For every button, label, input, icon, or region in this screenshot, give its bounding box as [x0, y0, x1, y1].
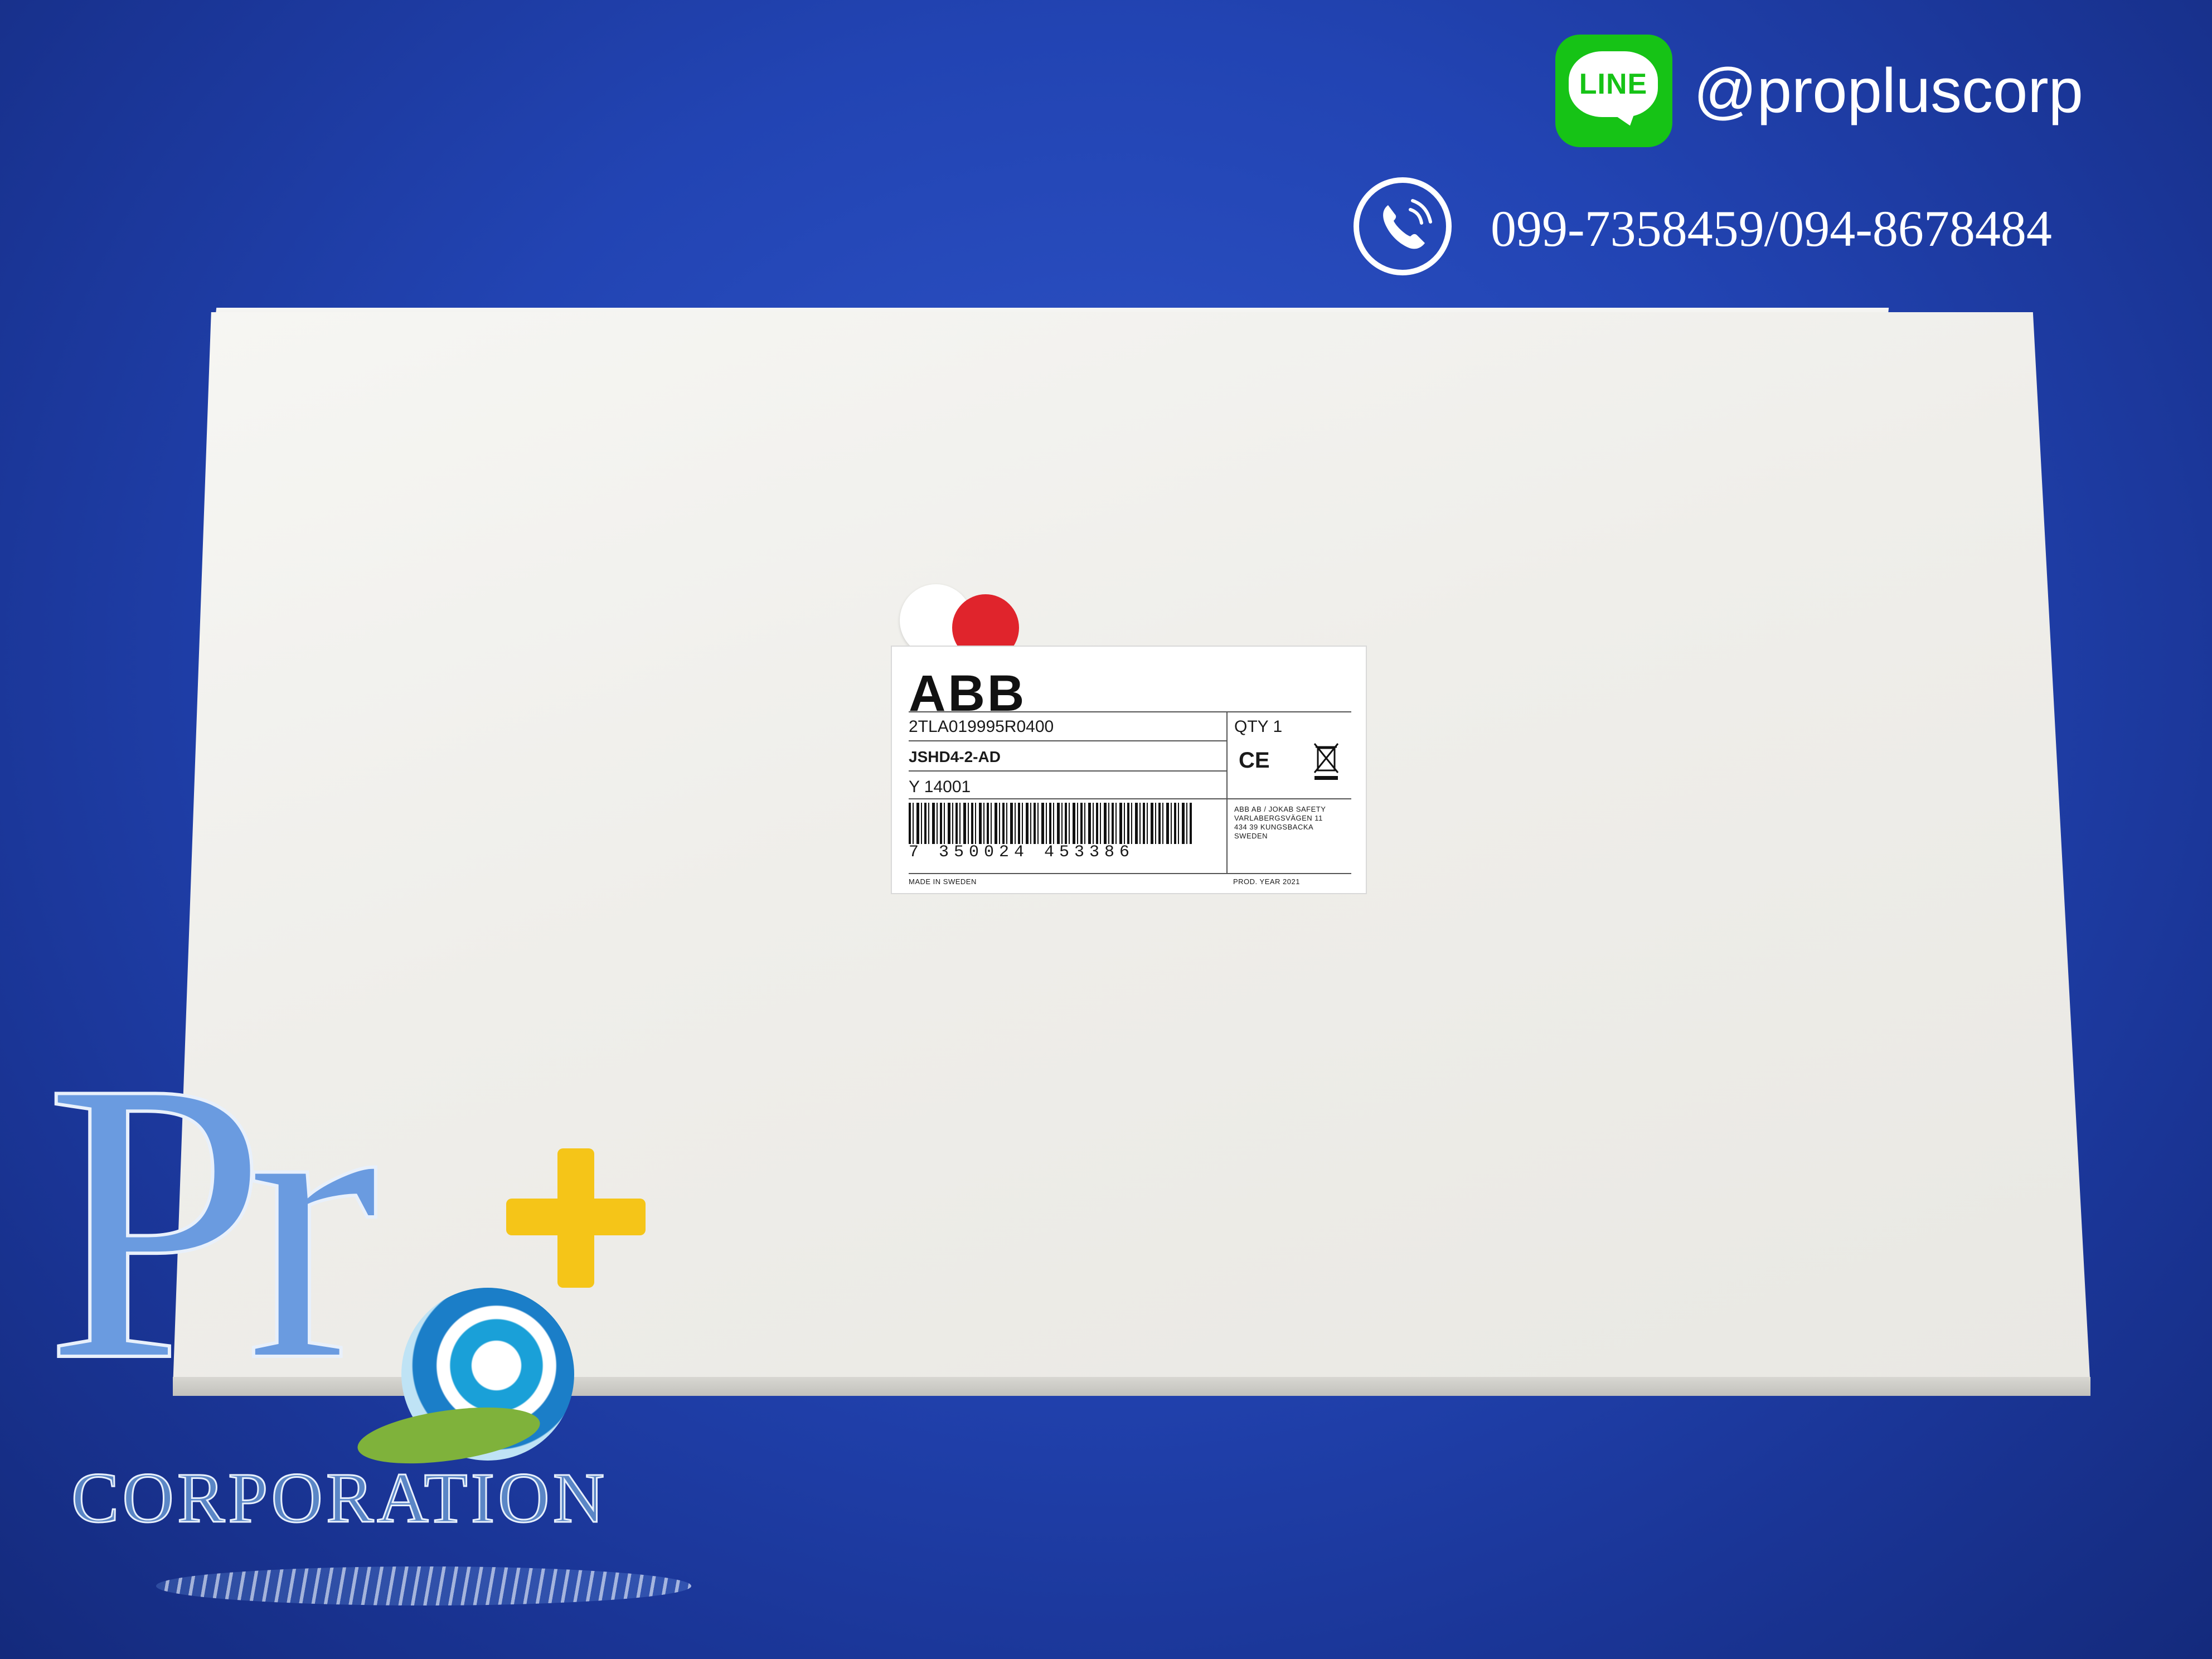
line-handle: @propluscorp: [1694, 56, 2083, 125]
label-divider: [909, 873, 1351, 874]
corporation-logo-text: CORPORATION: [70, 1458, 608, 1539]
batch-code: Y 14001: [909, 778, 971, 796]
ce-mark: CE: [1239, 748, 1270, 773]
plus-icon-horizontal: [506, 1199, 646, 1235]
barcode: [909, 803, 1193, 844]
phone-icon: [1354, 177, 1452, 275]
label-divider: [909, 740, 1226, 741]
label-divider: [909, 711, 1351, 712]
label-divider: [1226, 711, 1228, 873]
address-line: 434 39 KUNGSBACKA: [1234, 823, 1314, 831]
address-line: ABB AB / JOKAB SAFETY: [1234, 805, 1326, 813]
label-divider: [909, 770, 1226, 772]
weee-bin-icon: [1311, 740, 1341, 784]
part-number: 2TLA019995R0400: [909, 717, 1054, 736]
water-wave-decoration: [156, 1566, 691, 1605]
abb-logo: ABB: [909, 665, 1027, 722]
phone-numbers: 099-7358459/094-8678484: [1491, 200, 2052, 257]
product-label: ABB 2TLA019995R0400 QTY 1 JSHD4-2-AD CE …: [891, 646, 1367, 894]
production-year: PROD. YEAR 2021: [1233, 877, 1300, 886]
address-line: SWEDEN: [1234, 832, 1268, 840]
quantity: QTY 1: [1234, 717, 1283, 736]
label-divider: [909, 798, 1351, 799]
made-in: MADE IN SWEDEN: [909, 877, 977, 886]
barcode-digits: 7 350024 453386: [909, 843, 1135, 862]
line-badge-label: LINE: [1579, 68, 1648, 100]
pro-logo-text: Pr: [43, 998, 381, 1443]
model-number: JSHD4-2-AD: [909, 748, 1001, 765]
address-line: VARLABERGSVÄGEN 11: [1234, 814, 1323, 822]
